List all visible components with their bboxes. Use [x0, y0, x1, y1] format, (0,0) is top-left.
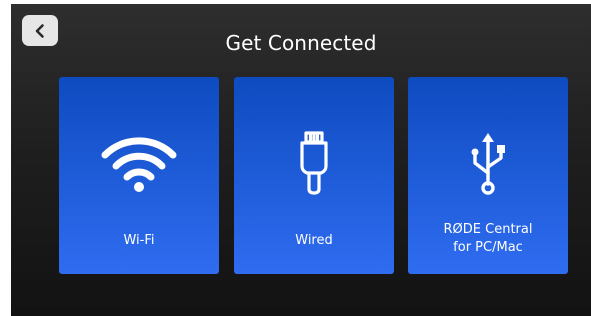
usb-icon	[408, 130, 568, 198]
wifi-icon	[59, 130, 219, 198]
wired-option-card[interactable]: Wired	[234, 77, 394, 274]
wifi-option-card[interactable]: Wi-Fi	[59, 77, 219, 274]
rode-central-option-label: RØDE Central for PC/Mac	[443, 222, 533, 255]
ethernet-cable-icon	[234, 130, 394, 198]
wired-option-label: Wired	[295, 233, 333, 248]
get-connected-screen: Get Connected Wi-Fi Wired RØDE Central f…	[11, 4, 591, 316]
rode-central-option-card[interactable]: RØDE Central for PC/Mac	[408, 77, 568, 274]
wifi-option-label: Wi-Fi	[123, 233, 155, 248]
page-title: Get Connected	[225, 31, 377, 55]
